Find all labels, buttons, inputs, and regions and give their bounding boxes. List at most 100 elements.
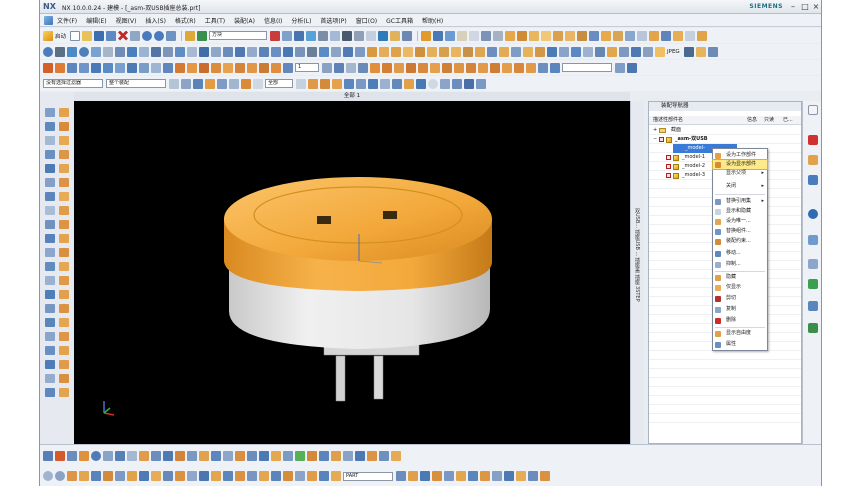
- examine-geometry-icon[interactable]: [538, 62, 548, 73]
- join-curve-icon[interactable]: [211, 46, 221, 57]
- label-blend-icon[interactable]: [59, 388, 69, 397]
- chamfer-icon[interactable]: [553, 30, 564, 41]
- show-hide-constraints-icon[interactable]: [151, 471, 161, 481]
- polygon-icon[interactable]: [103, 46, 113, 57]
- close-button[interactable]: ×: [811, 1, 821, 12]
- snap-tangent-icon[interactable]: [440, 78, 450, 89]
- wcs-dynamic-icon[interactable]: [139, 62, 149, 73]
- profile-icon[interactable]: [55, 451, 65, 461]
- fill-surface-icon[interactable]: [439, 46, 449, 57]
- unite-icon[interactable]: [505, 30, 516, 41]
- wave-geometry-linker-icon[interactable]: [187, 471, 197, 481]
- model-compare-icon[interactable]: [550, 62, 560, 73]
- split-body-icon[interactable]: [625, 30, 636, 41]
- extract-curve-icon[interactable]: [259, 46, 269, 57]
- edge-icon[interactable]: [487, 46, 497, 57]
- untrim-icon[interactable]: [595, 46, 605, 57]
- wcs-orient-icon[interactable]: [163, 62, 173, 73]
- studio-surface-icon[interactable]: [403, 46, 413, 57]
- unblank-icon[interactable]: [79, 62, 89, 73]
- roles-icon[interactable]: [45, 178, 55, 187]
- command-finder-input[interactable]: 方块: [209, 31, 268, 40]
- curve-length-icon[interactable]: [247, 46, 257, 57]
- trimetric-view-icon[interactable]: [468, 471, 478, 481]
- isometric-view-icon[interactable]: [456, 471, 466, 481]
- clearance-browser-icon[interactable]: [235, 471, 245, 481]
- inferred-constraints-icon[interactable]: [379, 451, 389, 461]
- sketch-icon[interactable]: [421, 30, 432, 41]
- assembly-navigator-tab-icon[interactable]: [808, 175, 818, 185]
- update-icon[interactable]: [259, 62, 269, 73]
- snap-grid-icon[interactable]: [452, 78, 462, 89]
- patch-icon[interactable]: [475, 46, 485, 57]
- snap-view-icon[interactable]: [516, 471, 526, 481]
- deviation-icon[interactable]: [442, 62, 452, 73]
- rib-feature-icon[interactable]: [45, 276, 55, 285]
- finish-sketch-icon[interactable]: [391, 451, 401, 461]
- edge-display-icon[interactable]: [55, 471, 65, 481]
- scope-select[interactable]: 全部: [265, 79, 293, 88]
- zoom-icon[interactable]: [294, 30, 305, 41]
- fit-icon[interactable]: [282, 30, 293, 41]
- system-materials-icon[interactable]: [59, 150, 69, 159]
- point-icon[interactable]: [43, 46, 53, 57]
- hd3d-tools-icon[interactable]: [45, 136, 55, 145]
- suppress-icon[interactable]: [211, 62, 221, 73]
- spline-icon[interactable]: [91, 46, 101, 57]
- alternate-solution-icon[interactable]: [367, 451, 377, 461]
- select-entire-assembly-icon[interactable]: [253, 78, 263, 89]
- animate-dimension-icon[interactable]: [343, 451, 353, 461]
- simple-interference-icon[interactable]: [430, 62, 440, 73]
- snap-quadrant-icon[interactable]: [368, 78, 378, 89]
- auto-constrain-icon[interactable]: [319, 451, 329, 461]
- top-view-icon[interactable]: [432, 471, 442, 481]
- product-outline-icon[interactable]: [211, 471, 221, 481]
- snap-on-face-icon[interactable]: [404, 78, 414, 89]
- left-view-icon[interactable]: [504, 471, 514, 481]
- menu-item-display-parent[interactable]: 显示父项 ▸: [713, 169, 767, 178]
- snap-end-icon[interactable]: [308, 78, 318, 89]
- menu-item-show-and-hide[interactable]: 显示和隐藏: [713, 207, 767, 216]
- tree-row-assembly[interactable]: − _asm-双USB: [649, 135, 801, 144]
- expand-icon[interactable]: +: [653, 126, 657, 135]
- edge-blend-icon[interactable]: [541, 30, 552, 41]
- layer-category-icon[interactable]: [358, 62, 368, 73]
- face-blend-icon[interactable]: [697, 30, 708, 41]
- normal-icon[interactable]: [619, 46, 629, 57]
- copy-face-icon[interactable]: [59, 374, 69, 383]
- menu-assembly[interactable]: 装配(A): [234, 16, 255, 25]
- extend-sheet-icon[interactable]: [463, 46, 473, 57]
- n-sided-surface-icon[interactable]: [415, 46, 425, 57]
- layer-icon[interactable]: [390, 30, 401, 41]
- process-studio-icon[interactable]: [45, 164, 55, 173]
- match-edge-icon[interactable]: [559, 46, 569, 57]
- linked-face-icon[interactable]: [45, 346, 55, 355]
- menu-item-delete[interactable]: 删除: [713, 316, 767, 325]
- through-mesh-icon[interactable]: [379, 46, 389, 57]
- boss-feature-icon[interactable]: [45, 234, 55, 243]
- tree-row-section[interactable]: + 截面: [649, 126, 801, 135]
- filter-icon[interactable]: [296, 78, 306, 89]
- rotate-icon[interactable]: [306, 30, 317, 41]
- menu-insert[interactable]: 插入(S): [145, 16, 166, 25]
- polygon-icon[interactable]: [127, 451, 137, 461]
- save-icon[interactable]: [94, 30, 105, 41]
- visible-in-view-icon[interactable]: [346, 62, 356, 73]
- cone-icon[interactable]: [59, 206, 69, 215]
- pocket-feature-icon[interactable]: [59, 234, 69, 243]
- geometric-constraints-icon[interactable]: [307, 451, 317, 461]
- reuse-library-icon[interactable]: [59, 122, 69, 131]
- scale-curve-icon[interactable]: [343, 46, 353, 57]
- type-filter-select[interactable]: 没有选择过滤器: [43, 79, 103, 88]
- interface-icon[interactable]: [199, 471, 209, 481]
- arc-icon[interactable]: [67, 46, 77, 57]
- studio-render-icon[interactable]: [707, 46, 718, 57]
- wcs-icon[interactable]: [115, 62, 125, 73]
- add-component-icon[interactable]: [67, 471, 77, 481]
- project-curve-icon[interactable]: [247, 451, 257, 461]
- pattern-icon[interactable]: [589, 30, 600, 41]
- unsuppress-icon[interactable]: [223, 62, 233, 73]
- mirror-curve-icon[interactable]: [331, 46, 341, 57]
- shaded-with-edges-icon[interactable]: [342, 30, 353, 41]
- redo-icon[interactable]: [154, 30, 165, 41]
